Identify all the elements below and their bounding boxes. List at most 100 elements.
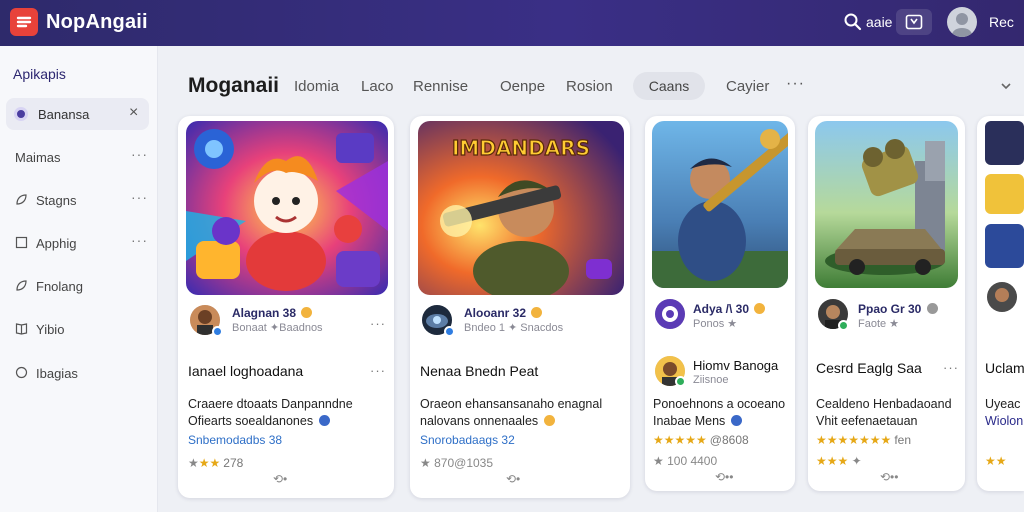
game-artwork[interactable] [815,121,958,288]
card-description: nalovans onnenaales [420,413,555,430]
game-card[interactable]: Ppao Gr 30 Faote ★ Cesrd Eaglg Saa ··· C… [808,116,965,491]
card-description: Ofiearts soealdanones [188,413,330,430]
card-title[interactable]: Uclam [985,360,1024,376]
more-tabs-icon[interactable]: ··· [786,75,805,93]
tab-rosion[interactable]: Rosion [566,78,613,95]
search-icon[interactable] [843,12,863,32]
card-description: Ponoehnons a ocoeano [653,397,786,411]
game-card[interactable]: Adya /\ 30 Ponos ★ Hiomv Banoga Ziisnoe … [645,116,795,491]
author-meta: Faote ★ [858,318,900,330]
reviewer-name[interactable]: Hiomv Banoga [693,358,778,373]
sidebar-item-apphig[interactable]: Apphig ··· [0,228,158,258]
game-card[interactable]: Alagnan 38 Bonaat ✦Baadnos ··· Ianael lo… [178,116,394,498]
card-description: Craaere dtoaats Danpanndne [188,397,353,411]
game-artwork[interactable] [652,121,788,288]
sidebar-item-active[interactable]: Banansa × [6,98,149,130]
share-icon[interactable]: ⟲• [273,472,287,486]
sidebar-item-label: Maimas [15,150,61,165]
card-title[interactable]: Nenaa Bnedn Peat [420,363,538,379]
share-icon[interactable]: ⟲• [506,472,520,486]
share-icon[interactable]: ⟲•• [880,470,898,484]
status-dot-icon [14,107,28,121]
page-title: Moganaii [188,74,280,97]
author-name[interactable]: Adya /\ 30 [693,302,766,316]
author-meta: Bonaat ✦Baadnos [232,322,323,334]
sidebar-item-ibagias[interactable]: Ibagias [0,358,158,388]
more-icon[interactable]: ··· [131,232,148,248]
card-title[interactable]: Cesrd Eaglg Saa [816,360,922,376]
search-label[interactable]: aaie [866,14,892,30]
card-description: Uyeac [985,397,1021,411]
more-icon[interactable]: ··· [370,363,386,378]
card-description: Wiolon [985,414,1024,428]
chevron-down-icon[interactable] [1000,80,1012,92]
star-rating: ★ 870@1035 [420,456,494,470]
tab-oenpe[interactable]: Oenpe [500,78,545,95]
rating-summary: ★★★ ✦ [816,454,862,468]
game-card[interactable]: Uclam Uyeac Wiolon ★★ [977,116,1024,491]
close-icon[interactable]: × [129,104,138,122]
author-name[interactable]: Alooanr 32 [464,306,543,320]
author-meta: Bndeo 1 ✦ Snacdos [464,322,564,334]
reviewer-meta: Ziisnoe [693,374,729,386]
sidebar-item-label: Yibio [36,322,65,337]
user-avatar[interactable] [947,7,977,37]
star-rating: ★★★★★ @8608 [653,433,749,447]
tab-idomia[interactable]: Idomia [294,78,339,95]
card-description: Cealdeno Henbadaoand [816,397,952,411]
tab-label: Caans [648,78,690,94]
verified-icon [675,376,686,387]
card-description: Inabae Mens [653,413,742,430]
author-avatar[interactable] [987,282,1017,312]
tab-rennise[interactable]: Rennise [413,78,468,95]
user-name[interactable]: Rec [989,14,1014,30]
app-title: NopAngaii [46,11,148,33]
card-link[interactable]: Snorobadaags 32 [420,433,515,447]
sidebar-item-maimas[interactable]: Maimas ··· [0,142,158,172]
game-card[interactable]: IMDANDARS Alooanr 32 Bndeo 1 ✦ Snacdos N… [410,116,630,498]
sidebar-item-yibio[interactable]: Yibio [0,314,158,344]
thumbnail-image[interactable] [985,121,1024,165]
top-bar: NopAngaii aaie Rec [0,0,1024,46]
sidebar-item-label: Fnolang [36,279,83,294]
window-button[interactable] [896,9,932,35]
leaf-icon [16,280,27,291]
window-icon [905,14,923,30]
sidebar-item-fnolang[interactable]: Fnolang [0,271,158,301]
star-rating: ★★ [985,454,1007,468]
card-title[interactable]: Ianael loghoadana [188,363,303,379]
author-name[interactable]: Ppao Gr 30 [858,302,938,316]
sidebar-item-label: Ibagias [36,366,78,381]
game-artwork[interactable]: IMDANDARS [418,121,624,295]
author-name[interactable]: Alagnan 38 [232,306,313,320]
share-icon[interactable]: ⟲•• [715,470,733,484]
card-description: Oraeon ehansansanaho enagnal [420,397,603,411]
app-logo-icon[interactable] [10,8,38,36]
tab-caans-active[interactable]: Caans [633,72,705,100]
author-meta: Ponos ★ [693,318,738,330]
more-icon[interactable]: ··· [131,146,148,162]
game-artwork[interactable] [186,121,388,295]
star-rating: ★★★★★★★ fen [816,433,911,447]
tab-laco[interactable]: Laco [361,78,394,95]
verified-icon [212,326,223,337]
square-icon [15,236,28,249]
svg-text:IMDANDARS: IMDANDARS [452,136,590,160]
card-link[interactable]: Snbemodadbs 38 [188,433,282,447]
tab-cayier[interactable]: Cayier [726,78,769,95]
sidebar-item-label: Apphig [36,236,77,251]
card-description: Vhit eefenaetauan [816,414,918,428]
verified-icon [838,320,849,331]
more-icon[interactable]: ··· [370,316,386,331]
thumbnail-image[interactable] [985,174,1024,214]
more-icon[interactable]: ··· [131,189,148,205]
sidebar-item-stagns[interactable]: Stagns ··· [0,185,158,215]
rating-count: ★ 100 4400 [653,454,718,468]
thumbnail-image[interactable] [985,224,1024,268]
author-avatar[interactable] [655,299,685,329]
sidebar: Apikapis Banansa × Maimas ··· Stagns ···… [0,46,158,512]
circle-icon [15,366,28,379]
book-icon [15,323,28,335]
sidebar-item-label: Stagns [36,193,77,208]
more-icon[interactable]: ··· [943,360,959,375]
